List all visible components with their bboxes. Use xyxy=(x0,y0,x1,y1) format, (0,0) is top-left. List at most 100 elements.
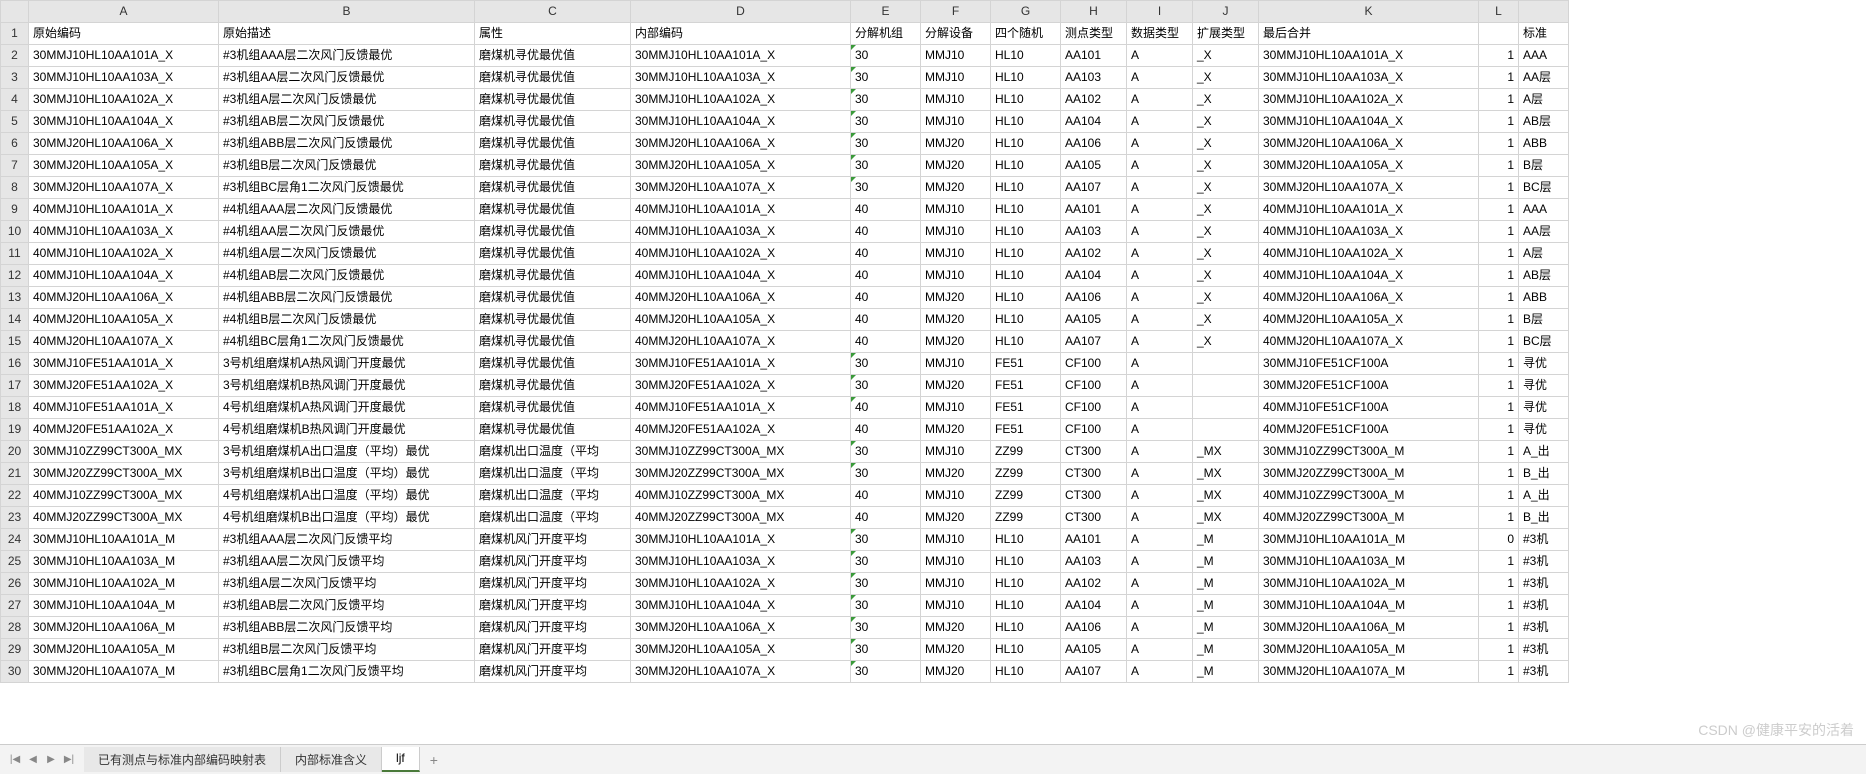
cell[interactable]: _M xyxy=(1193,661,1259,683)
cell[interactable]: A xyxy=(1127,67,1193,89)
cell[interactable]: 30MMJ10HL10AA103A_X xyxy=(29,67,219,89)
cell[interactable]: A xyxy=(1127,573,1193,595)
cell[interactable]: ZZ99 xyxy=(991,507,1061,529)
cell[interactable]: _X xyxy=(1193,133,1259,155)
row-header[interactable]: 15 xyxy=(1,331,29,353)
cell[interactable]: MMJ10 xyxy=(921,199,991,221)
cell[interactable]: #4机组AB层二次风门反馈最优 xyxy=(219,265,475,287)
cell[interactable]: MMJ20 xyxy=(921,155,991,177)
cell[interactable]: 30MMJ20HL10AA107A_X xyxy=(1259,177,1479,199)
cell[interactable]: AA102 xyxy=(1061,89,1127,111)
cell[interactable]: _X xyxy=(1193,221,1259,243)
cell[interactable]: HL10 xyxy=(991,265,1061,287)
cell[interactable]: A xyxy=(1127,243,1193,265)
cell[interactable]: 30MMJ20HL10AA105A_X xyxy=(1259,155,1479,177)
cell[interactable]: 1 xyxy=(1479,243,1519,265)
cell[interactable]: 40 xyxy=(851,243,921,265)
cell[interactable]: MMJ10 xyxy=(921,67,991,89)
cell[interactable]: 40MMJ10HL10AA101A_X xyxy=(631,199,851,221)
cell[interactable]: #4机组AA层二次风门反馈最优 xyxy=(219,221,475,243)
cell[interactable]: #3机 xyxy=(1519,529,1569,551)
cell[interactable]: #3机组A层二次风门反馈平均 xyxy=(219,573,475,595)
cell[interactable]: AA106 xyxy=(1061,287,1127,309)
cell[interactable]: AAA xyxy=(1519,199,1569,221)
cell[interactable]: A xyxy=(1127,551,1193,573)
cell[interactable]: 磨煤机出口温度（平均 xyxy=(475,441,631,463)
header-cell[interactable]: 属性 xyxy=(475,23,631,45)
cell[interactable]: A xyxy=(1127,221,1193,243)
cell[interactable]: FE51 xyxy=(991,353,1061,375)
cell[interactable]: 30MMJ20HL10AA106A_M xyxy=(29,617,219,639)
cell[interactable]: 磨煤机寻优最优值 xyxy=(475,375,631,397)
cell[interactable]: 3号机组磨煤机B热风调门开度最优 xyxy=(219,375,475,397)
cell[interactable]: _M xyxy=(1193,529,1259,551)
cell[interactable]: 30MMJ20HL10AA107A_M xyxy=(1259,661,1479,683)
cell[interactable]: A xyxy=(1127,375,1193,397)
row-header[interactable]: 6 xyxy=(1,133,29,155)
cell[interactable]: _X xyxy=(1193,265,1259,287)
cell[interactable]: 4号机组磨煤机A出口温度（平均）最优 xyxy=(219,485,475,507)
cell[interactable]: 40MMJ10HL10AA102A_X xyxy=(1259,243,1479,265)
cell[interactable] xyxy=(1193,419,1259,441)
cell[interactable]: AA101 xyxy=(1061,45,1127,67)
column-header[interactable]: I xyxy=(1127,1,1193,23)
row-header[interactable]: 26 xyxy=(1,573,29,595)
cell[interactable]: 30MMJ10HL10AA104A_X xyxy=(631,111,851,133)
cell[interactable]: AA101 xyxy=(1061,199,1127,221)
cell[interactable]: 30MMJ10HL10AA101A_X xyxy=(29,45,219,67)
cell[interactable]: #3机组A层二次风门反馈最优 xyxy=(219,89,475,111)
cell[interactable]: 30MMJ10HL10AA101A_X xyxy=(631,529,851,551)
cell[interactable]: 30MMJ10HL10AA101A_X xyxy=(1259,45,1479,67)
cell[interactable]: B层 xyxy=(1519,309,1569,331)
row-header[interactable]: 1 xyxy=(1,23,29,45)
cell[interactable]: 30MMJ20HL10AA107A_X xyxy=(29,177,219,199)
cell[interactable]: HL10 xyxy=(991,551,1061,573)
row-header[interactable]: 27 xyxy=(1,595,29,617)
cell[interactable]: 30MMJ20HL10AA106A_X xyxy=(631,617,851,639)
cell[interactable]: 40MMJ20HL10AA106A_X xyxy=(29,287,219,309)
cell[interactable]: 寻优 xyxy=(1519,375,1569,397)
row-header[interactable]: 8 xyxy=(1,177,29,199)
row-header[interactable]: 3 xyxy=(1,67,29,89)
cell[interactable]: A xyxy=(1127,661,1193,683)
cell[interactable]: HL10 xyxy=(991,595,1061,617)
header-cell[interactable]: 扩展类型 xyxy=(1193,23,1259,45)
cell[interactable]: #3机组BC层角1二次风门反馈最优 xyxy=(219,177,475,199)
cell[interactable]: 磨煤机寻优最优值 xyxy=(475,177,631,199)
cell[interactable] xyxy=(1193,353,1259,375)
column-header[interactable] xyxy=(1519,1,1569,23)
cell[interactable]: _X xyxy=(1193,243,1259,265)
cell[interactable]: _X xyxy=(1193,331,1259,353)
cell[interactable]: 30MMJ10HL10AA103A_X xyxy=(631,551,851,573)
cell[interactable]: _MX xyxy=(1193,441,1259,463)
cell[interactable]: 30MMJ10HL10AA102A_X xyxy=(631,89,851,111)
cell[interactable]: 1 xyxy=(1479,331,1519,353)
row-header[interactable]: 25 xyxy=(1,551,29,573)
tab-nav-prev[interactable]: ◀ xyxy=(24,751,42,769)
sheet-tab[interactable]: 内部标准含义 xyxy=(281,747,382,772)
cell[interactable]: 30MMJ20HL10AA105A_X xyxy=(29,155,219,177)
cell[interactable]: 30 xyxy=(851,89,921,111)
cell[interactable]: A xyxy=(1127,463,1193,485)
cell[interactable]: 寻优 xyxy=(1519,397,1569,419)
cell[interactable]: 30MMJ10HL10AA104A_X xyxy=(631,595,851,617)
cell[interactable]: 40MMJ10HL10AA103A_X xyxy=(631,221,851,243)
cell[interactable]: _M xyxy=(1193,573,1259,595)
cell[interactable]: 寻优 xyxy=(1519,419,1569,441)
cell[interactable]: 30MMJ20HL10AA105A_M xyxy=(29,639,219,661)
cell[interactable]: 0 xyxy=(1479,529,1519,551)
column-header[interactable]: C xyxy=(475,1,631,23)
cell[interactable]: 1 xyxy=(1479,67,1519,89)
cell[interactable]: 1 xyxy=(1479,397,1519,419)
cell[interactable]: #3机组AA层二次风门反馈平均 xyxy=(219,551,475,573)
cell[interactable]: AA102 xyxy=(1061,243,1127,265)
cell[interactable]: HL10 xyxy=(991,89,1061,111)
cell[interactable]: A xyxy=(1127,397,1193,419)
cell[interactable]: A xyxy=(1127,441,1193,463)
cell[interactable]: AAA xyxy=(1519,45,1569,67)
cell[interactable]: _X xyxy=(1193,177,1259,199)
cell[interactable]: 磨煤机风门开度平均 xyxy=(475,551,631,573)
row-header[interactable]: 2 xyxy=(1,45,29,67)
cell[interactable]: #3机组B层二次风门反馈最优 xyxy=(219,155,475,177)
cell[interactable]: 30MMJ10HL10AA103A_X xyxy=(631,67,851,89)
